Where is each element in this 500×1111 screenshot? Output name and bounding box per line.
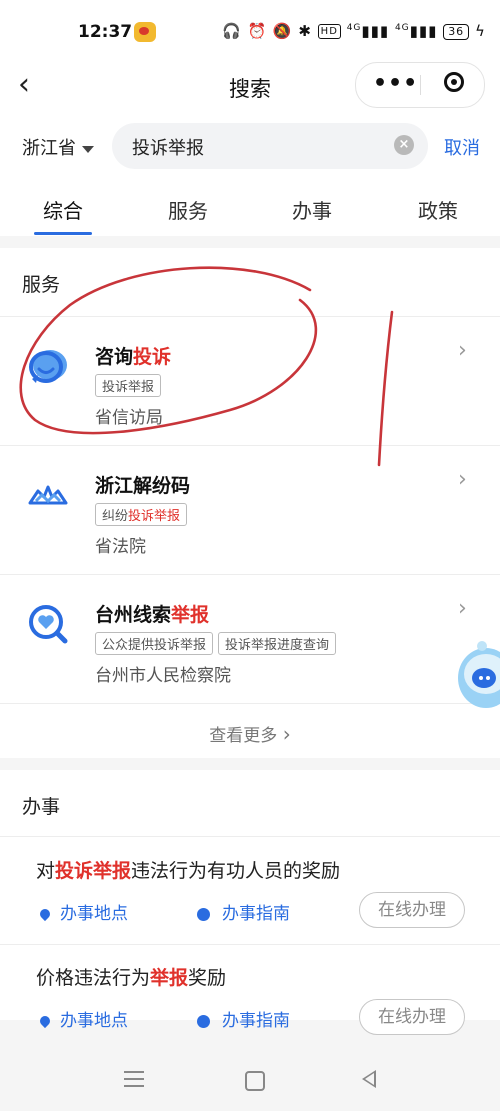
divider — [0, 316, 500, 317]
more-dots-icon[interactable]: ••• — [373, 71, 418, 96]
signal-icon-1: 4G▮▮▮ — [346, 22, 390, 40]
tasks-card: 办事 对投诉举报违法行为有功人员的奖励 办事地点 办事指南 在线办理 价格违法行… — [0, 770, 500, 1035]
chevron-right-icon: › — [282, 722, 291, 746]
service-name: 浙江解纷码 — [95, 475, 191, 497]
task-title: 对投诉举报违法行为有功人员的奖励 — [36, 860, 341, 882]
dispute-code-icon — [28, 485, 68, 505]
system-nav-bar — [0, 1050, 500, 1111]
task-title: 价格违法行为举报奖励 — [36, 967, 227, 989]
task-guide-link[interactable]: 办事指南 — [197, 1006, 290, 1031]
task-location-link[interactable]: 办事地点 — [37, 1006, 128, 1031]
service-org: 省信访局 — [95, 408, 163, 428]
signal-icon-2: 4G▮▮▮ — [394, 22, 438, 40]
online-handle-button[interactable]: 在线办理 — [359, 892, 465, 928]
chevron-right-icon: › — [458, 596, 467, 621]
chat-bubble-icon — [29, 350, 67, 383]
view-more-link[interactable]: 查看更多 › — [0, 721, 500, 746]
tab-overview[interactable]: 综合 — [13, 195, 113, 224]
task-guide-link[interactable]: 办事指南 — [197, 899, 290, 924]
tasks-section-title: 办事 — [22, 796, 61, 818]
compass-icon — [197, 907, 210, 921]
mini-program-capsule: ••• — [355, 62, 485, 108]
menu-icon[interactable] — [124, 1071, 144, 1087]
service-tag: 投诉举报进度查询 — [218, 632, 337, 655]
nav-bar: ‹ 搜索 ••• — [0, 62, 500, 110]
divider — [0, 574, 500, 575]
service-tag: 公众提供投诉举报 — [95, 632, 214, 655]
search-input[interactable]: 投诉举报 — [132, 134, 204, 160]
close-target-icon[interactable] — [444, 72, 464, 92]
search-box[interactable]: 投诉举报 × — [112, 123, 428, 169]
services-card: 服务 咨询投诉 投诉举报 省信访局 › 浙江解纷码 纠纷投诉举报 省法院 › 台… — [0, 248, 500, 758]
divider — [0, 836, 500, 837]
province-label: 浙江省 — [22, 138, 76, 159]
tab-bar: 综合 服务 办事 政策 — [0, 178, 500, 236]
status-bar: 12:37 🎧 ⏰ 🔕 ✱ HD 4G▮▮▮ 4G▮▮▮ 36 ϟ — [0, 0, 500, 64]
charging-icon: ϟ — [474, 22, 486, 40]
province-selector[interactable]: 浙江省 — [22, 134, 94, 160]
active-tab-indicator — [34, 232, 92, 235]
service-name: 台州线索举报 — [95, 604, 210, 626]
service-org: 台州市人民检察院 — [95, 666, 231, 686]
services-section-title: 服务 — [22, 274, 61, 296]
tab-affairs[interactable]: 办事 — [262, 195, 362, 224]
divider — [0, 445, 500, 446]
service-tag: 纠纷投诉举报 — [95, 503, 188, 526]
back-triangle-icon[interactable] — [362, 1070, 376, 1088]
search-heart-icon — [29, 605, 68, 644]
status-icons: 🎧 ⏰ 🔕 ✱ HD 4G▮▮▮ 4G▮▮▮ 36 ϟ — [222, 22, 486, 40]
hd-icon: HD — [317, 24, 341, 39]
battery-icon: 36 — [443, 23, 470, 40]
robot-assistant-icon[interactable] — [456, 634, 500, 722]
cancel-button[interactable]: 取消 — [444, 134, 480, 160]
tab-services[interactable]: 服务 — [138, 195, 238, 224]
divider — [0, 703, 500, 704]
chevron-right-icon: › — [458, 338, 467, 363]
weibo-icon — [134, 22, 156, 42]
service-org: 省法院 — [95, 537, 146, 557]
compass-icon — [197, 1014, 210, 1028]
home-icon[interactable] — [245, 1071, 265, 1091]
tag-row: 纠纷投诉举报 — [95, 503, 192, 526]
status-symbols: 🎧 ⏰ 🔕 ✱ — [222, 22, 318, 40]
clear-icon[interactable]: × — [394, 135, 414, 155]
status-time: 12:37 — [78, 22, 133, 42]
tag-row: 投诉举报 — [95, 374, 166, 397]
search-row: 浙江省 投诉举报 × 取消 — [0, 110, 500, 178]
tag-row: 公众提供投诉举报 投诉举报进度查询 — [95, 632, 341, 655]
caret-down-icon — [82, 145, 94, 153]
location-pin-icon — [37, 1013, 53, 1029]
tab-policy[interactable]: 政策 — [388, 195, 488, 224]
service-name: 咨询投诉 — [95, 346, 172, 368]
chevron-right-icon: › — [458, 467, 467, 492]
capsule-divider — [420, 75, 421, 95]
service-tag: 投诉举报 — [95, 374, 162, 397]
task-location-link[interactable]: 办事地点 — [37, 899, 128, 924]
location-pin-icon — [37, 906, 53, 922]
online-handle-button[interactable]: 在线办理 — [359, 999, 465, 1035]
divider — [0, 944, 500, 945]
